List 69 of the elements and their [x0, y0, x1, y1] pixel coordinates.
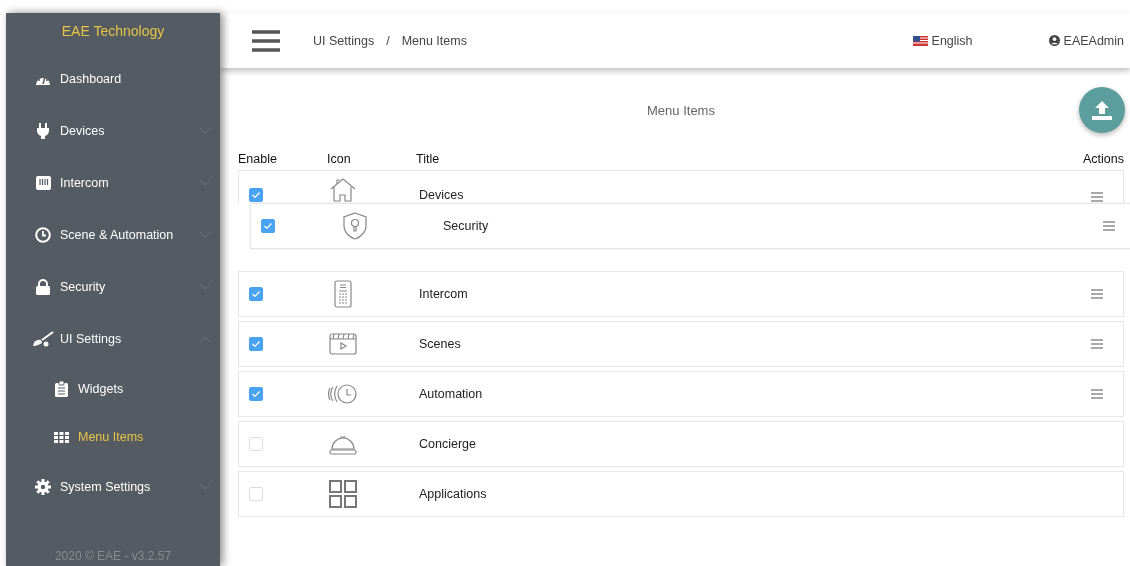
clipboard-icon [54, 381, 68, 397]
video-icon [329, 333, 357, 355]
item-title: Security [443, 219, 490, 233]
menu-row[interactable]: Scenes [238, 321, 1124, 367]
enable-checkbox[interactable] [249, 287, 263, 301]
page-title: Menu Items [646, 103, 716, 120]
sidebar-subitem[interactable]: Widgets [6, 365, 220, 413]
brand-title: EAE Technology [60, 23, 166, 39]
panel-icon [35, 176, 51, 190]
apps-icon [329, 480, 357, 508]
column-header: Actions [1083, 152, 1124, 166]
user-menu[interactable]: EAEAdmin [1048, 33, 1124, 48]
sidebar-item[interactable]: Security [6, 261, 220, 313]
clock-icon [35, 227, 51, 243]
lock-icon [36, 279, 50, 295]
brush-icon [32, 331, 54, 347]
drag-handle-icon[interactable] [1091, 339, 1103, 349]
check-icon [264, 223, 272, 229]
enable-checkbox[interactable] [261, 219, 275, 233]
enable-checkbox[interactable] [249, 387, 263, 401]
drag-handle-icon[interactable] [1103, 221, 1115, 231]
drag-handle-icon[interactable] [1091, 192, 1103, 202]
item-title: Applications [419, 487, 488, 501]
sidebar-item[interactable]: Intercom [6, 157, 220, 209]
breadcrumb-item[interactable]: UI Settings [313, 33, 375, 48]
shield-icon [343, 212, 367, 240]
clock-icon [328, 383, 358, 405]
menu-row[interactable]: Devices [238, 170, 1124, 203]
sidebar-item[interactable]: Dashboard [6, 53, 220, 105]
check-icon [252, 192, 260, 198]
menu-row[interactable]: Applications [238, 471, 1124, 517]
house-icon [328, 178, 358, 202]
enable-checkbox[interactable] [249, 337, 263, 351]
check-icon [252, 291, 260, 297]
breadcrumb-separator: / [386, 33, 390, 48]
flag-icon [912, 35, 928, 46]
upload-button[interactable] [1079, 87, 1125, 133]
menu-row[interactable]: Concierge [238, 421, 1124, 467]
breadcrumb-item[interactable]: Menu Items [401, 33, 467, 48]
check-icon [252, 341, 260, 347]
sidebar-item[interactable]: System Settings [6, 461, 220, 513]
column-header: Title [416, 152, 440, 166]
gear-icon [35, 479, 51, 495]
item-title: Intercom [419, 287, 469, 301]
dragged-row[interactable]: Security [250, 203, 1130, 249]
user-icon [1048, 35, 1060, 46]
sidebar-item[interactable]: Scene & Automation [6, 209, 220, 261]
menu-row[interactable]: Intercom [238, 271, 1124, 317]
sidebar-subitem[interactable]: Menu Items [6, 413, 220, 461]
drag-handle-icon[interactable] [1091, 289, 1103, 299]
intercom-icon [334, 280, 352, 308]
plug-icon [37, 123, 49, 139]
bell-icon [329, 433, 357, 455]
upload-icon [1091, 100, 1113, 120]
column-header: Icon [327, 152, 351, 166]
drag-handle-icon[interactable] [1091, 389, 1103, 399]
item-title: Concierge [419, 437, 477, 451]
check-icon [252, 391, 260, 397]
column-header: Enable [238, 152, 277, 166]
item-title: Scenes [419, 337, 462, 351]
menu-row[interactable]: Automation [238, 371, 1124, 417]
sidebar-item[interactable]: UI Settings [6, 313, 220, 365]
grid-icon [53, 431, 69, 443]
item-title: Automation [419, 387, 484, 401]
sidebar-item[interactable]: Devices [6, 105, 220, 157]
item-title: Devices [419, 188, 465, 202]
language-selector[interactable]: English [912, 33, 973, 48]
menu-icon[interactable] [252, 29, 280, 52]
enable-checkbox[interactable] [249, 188, 263, 202]
